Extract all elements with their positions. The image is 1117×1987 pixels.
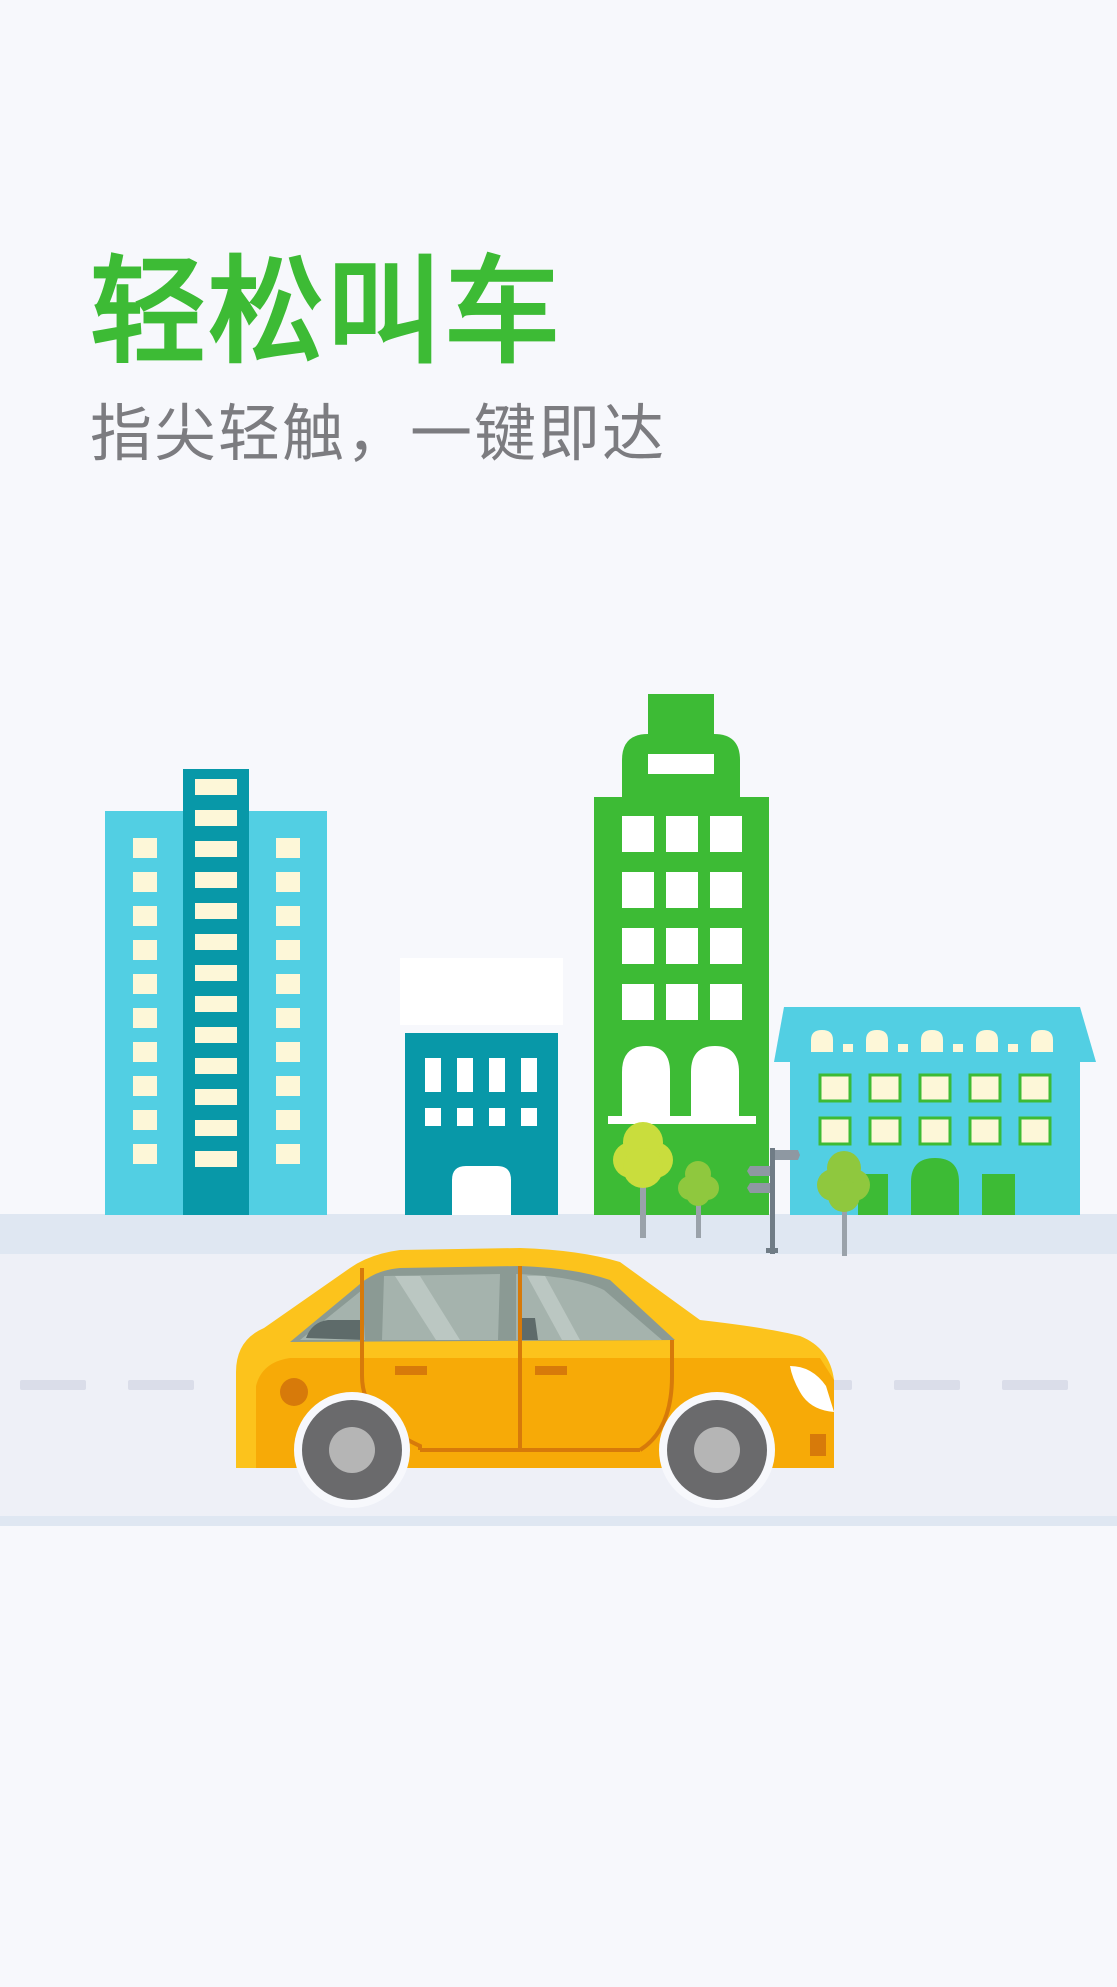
road-edge bbox=[0, 1516, 1117, 1526]
blue-tower-building bbox=[105, 769, 327, 1215]
city-illustration bbox=[0, 694, 1117, 1526]
sidewalk bbox=[0, 1214, 1117, 1254]
teal-office-building bbox=[400, 958, 563, 1215]
green-skyscraper-building bbox=[594, 694, 769, 1215]
onboarding-screen[interactable]: 轻松叫车 指尖轻触，一键即达 bbox=[0, 0, 1117, 1987]
